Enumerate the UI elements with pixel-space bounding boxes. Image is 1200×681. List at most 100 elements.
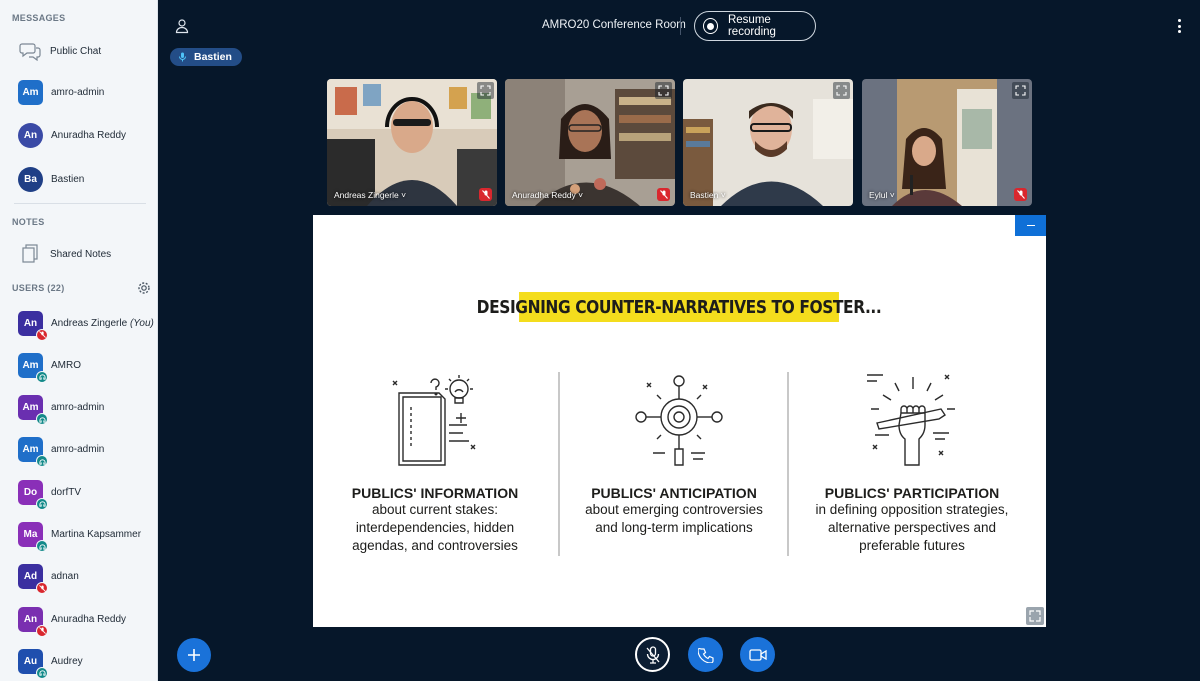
column-divider	[558, 372, 560, 556]
avatar: Au	[18, 648, 48, 679]
avatar: An	[18, 122, 43, 148]
avatar: An	[18, 606, 48, 637]
chat-item-anuradha-reddy[interactable]: An Anuradha Reddy	[0, 122, 157, 148]
user-list-item[interactable]: An Anuradha Reddy	[0, 605, 157, 637]
resume-recording-button[interactable]: Resume recording	[694, 11, 816, 41]
document-idea-icon	[392, 375, 476, 466]
leave-audio-button[interactable]	[688, 637, 723, 672]
user-name: amro-admin	[51, 444, 105, 456]
column-line: agendas, and controversies	[352, 538, 518, 553]
user-name: AMRO	[51, 359, 81, 371]
gear-icon[interactable]	[137, 281, 151, 295]
user-list-item[interactable]: Am AMRO	[0, 351, 157, 383]
user-list-item[interactable]: Au Audrey	[0, 647, 157, 679]
column-line: about emerging controversies	[585, 502, 763, 517]
shared-notes-item[interactable]: Shared Notes	[0, 241, 157, 267]
presentation-slide: DESIGNING COUNTER-NARRATIVES TO FOSTER..…	[313, 215, 1046, 627]
shared-notes-label: Shared Notes	[50, 248, 112, 260]
column-line: alternative perspectives and	[827, 520, 997, 535]
public-chat-item[interactable]: Public Chat	[0, 38, 157, 64]
user-list-item[interactable]: Am amro-admin	[0, 436, 157, 468]
avatar: Am	[18, 79, 43, 105]
column-line: interdependencies, hidden	[355, 520, 515, 535]
listen-only-icon	[36, 455, 48, 468]
muted-mic-icon	[479, 188, 492, 201]
notes-icon	[17, 242, 42, 267]
participant-name: Eylul ˅	[869, 190, 895, 200]
column-line: in defining opposition strategies,	[815, 502, 1009, 517]
room-title: AMRO20 Conference Room	[542, 19, 686, 31]
sidebar: MESSAGES Public Chat Am amro-admin An An…	[0, 0, 158, 681]
user-name: Anuradha Reddy	[51, 613, 127, 625]
avatar: Ad	[18, 564, 48, 595]
phone-icon	[697, 647, 714, 663]
listen-only-icon	[36, 666, 48, 679]
muted-mic-icon	[657, 188, 670, 201]
divider	[680, 17, 681, 35]
muted-mic-icon	[36, 582, 48, 595]
microphone-icon	[176, 51, 188, 63]
participant-name: Anuradha Reddy ˅	[512, 190, 584, 200]
minimize-presentation-button[interactable]	[1015, 215, 1046, 236]
resume-recording-label: Resume recording	[727, 14, 776, 38]
user-list-item[interactable]: An Andreas Zingerle (You)	[0, 309, 157, 341]
user-list-item[interactable]: Ma Martina Kapsammer	[0, 521, 157, 552]
listen-only-icon	[36, 497, 48, 510]
talking-indicator[interactable]: Bastien	[170, 48, 242, 66]
column-anticipation: PUBLICS' ANTICIPATION about emerging con…	[571, 485, 777, 537]
record-icon	[703, 18, 718, 34]
column-line: preferable futures	[859, 538, 965, 553]
avatar: Ba	[18, 166, 43, 192]
user-list-item[interactable]: Ad adnan	[0, 563, 157, 595]
expand-icon[interactable]	[1012, 82, 1029, 99]
column-heading: PUBLICS' INFORMATION	[351, 485, 519, 501]
video-tile-eylul[interactable]: Eylul ˅	[862, 79, 1032, 206]
user-name: Audrey	[51, 655, 83, 667]
video-tile-bastien[interactable]: Bastien ˅	[683, 79, 853, 206]
video-feed	[505, 79, 675, 206]
video-tile-anuradha[interactable]: Anuradha Reddy ˅	[505, 79, 675, 206]
listen-only-icon	[36, 540, 48, 552]
actions-plus-button[interactable]	[177, 638, 211, 672]
plus-icon	[188, 649, 200, 661]
chat-name: Anuradha Reddy	[51, 129, 127, 141]
chat-item-bastien[interactable]: Ba Bastien	[0, 166, 157, 192]
share-webcam-button[interactable]	[740, 637, 775, 672]
user-list-toggle-icon[interactable]	[174, 18, 190, 34]
chat-name: Bastien	[51, 173, 85, 185]
user-name: dorfTV	[51, 486, 82, 498]
avatar: Am	[18, 437, 48, 468]
user-list-item[interactable]: Am amro-admin	[0, 394, 157, 426]
more-options-icon[interactable]	[1178, 19, 1182, 33]
divider	[14, 203, 146, 204]
column-line: about current stakes:	[371, 502, 499, 517]
video-feed	[683, 79, 853, 206]
users-title: USERS (22)	[12, 283, 65, 293]
column-heading: PUBLICS' PARTICIPATION	[824, 485, 1000, 501]
you-tag: (You)	[129, 317, 154, 329]
camera-icon	[748, 648, 767, 661]
mute-microphone-button[interactable]	[635, 637, 670, 672]
messages-title: MESSAGES	[12, 13, 66, 23]
expand-icon[interactable]	[833, 82, 850, 99]
top-bar: AMRO20 Conference Room Resume recording	[158, 0, 1200, 52]
chat-name: amro-admin	[51, 86, 105, 98]
listen-only-icon	[36, 370, 48, 383]
expand-icon[interactable]	[477, 82, 494, 99]
fullscreen-icon[interactable]	[1026, 607, 1044, 625]
notes-title: NOTES	[12, 217, 45, 227]
column-participation: PUBLICS' PARTICIPATION in defining oppos…	[801, 485, 1023, 555]
expand-icon[interactable]	[655, 82, 672, 99]
video-feed	[862, 79, 1032, 206]
magnifier-icon	[635, 375, 723, 466]
participant-name: Andreas Zingerle ˅	[334, 190, 407, 200]
user-name: amro-admin	[51, 402, 105, 414]
user-list-item[interactable]: Do dorfTV	[0, 478, 157, 510]
public-chat-label: Public Chat	[50, 45, 102, 57]
video-tile-andreas[interactable]: Andreas Zingerle ˅	[327, 79, 497, 206]
column-heading: PUBLICS' ANTICIPATION	[591, 485, 757, 501]
slide-title: DESIGNING COUNTER-NARRATIVES TO FOSTER..…	[477, 292, 882, 322]
user-name: Martina Kapsammer	[51, 529, 142, 540]
avatar: An	[18, 310, 48, 341]
chat-item-amro-admin[interactable]: Am amro-admin	[0, 79, 157, 105]
